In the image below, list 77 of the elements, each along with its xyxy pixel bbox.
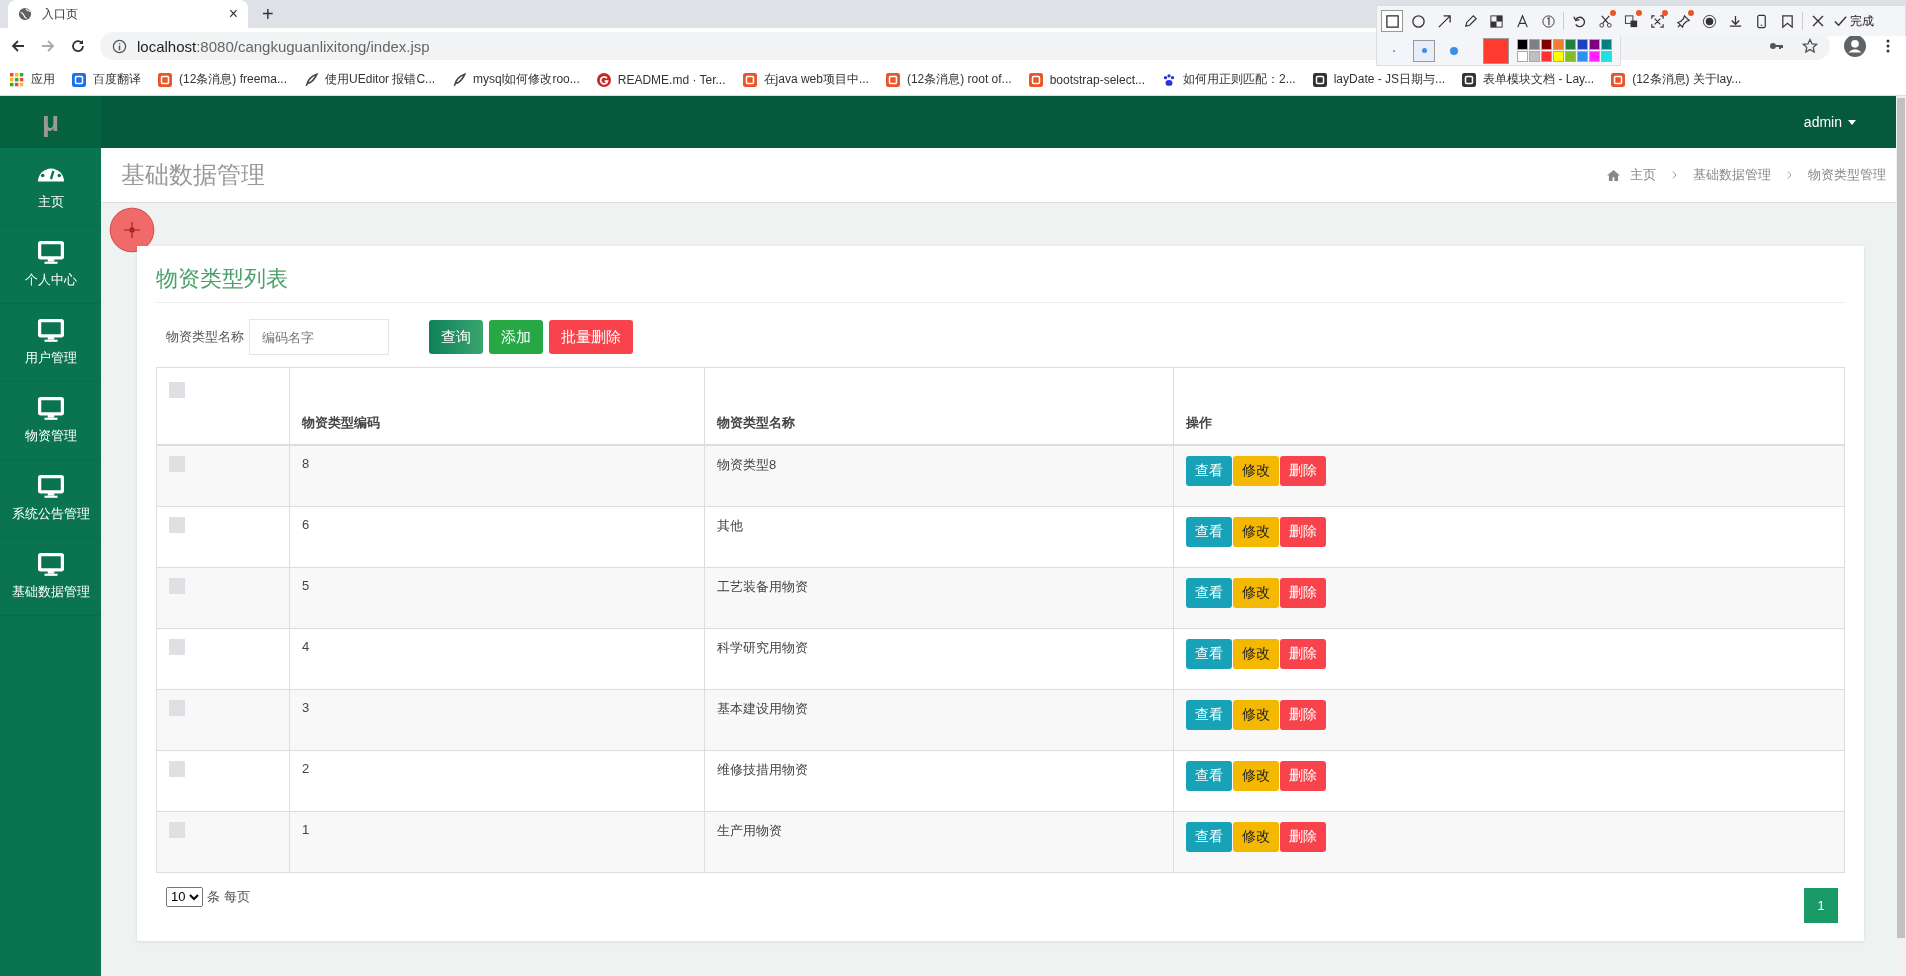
- delete-button[interactable]: 删除: [1280, 699, 1326, 730]
- edit-button[interactable]: 修改: [1233, 516, 1279, 547]
- bookmark-label: 在java web项目中...: [763, 71, 869, 88]
- column-header: 操作: [1186, 415, 1212, 430]
- table-cell: 4: [302, 638, 310, 654]
- bookmark-label: 如何用正则匹配：2...: [1183, 71, 1296, 88]
- page-size-select[interactable]: 10: [166, 886, 203, 907]
- table-cell: 6: [302, 516, 310, 532]
- table-cell: 基本建设用物资: [717, 700, 808, 716]
- edit-button[interactable]: 修改: [1233, 699, 1279, 730]
- bookmark-item[interactable]: 应用: [10, 71, 55, 88]
- bookmark-item[interactable]: (12条消息) 关于lay...: [1611, 71, 1742, 88]
- new-tab-button[interactable]: +: [262, 3, 274, 26]
- bookmark-item[interactable]: layDate - JS日期与...: [1312, 71, 1446, 88]
- field-label: 物资类型名称: [166, 328, 244, 346]
- bookmark-item[interactable]: mysql如何修改roo...: [452, 71, 580, 88]
- bookmark-label: 应用: [31, 71, 55, 88]
- table-cell: 其他: [717, 517, 743, 533]
- bookmark-label: (12条消息) root of...: [906, 71, 1012, 88]
- delete-button[interactable]: 删除: [1280, 638, 1326, 669]
- user-menu[interactable]: admin: [1803, 114, 1856, 130]
- close-tab-button[interactable]: ×: [228, 5, 238, 23]
- bookmark-label: (12条消息) 关于lay...: [1632, 71, 1742, 88]
- table-cell: 工艺装备用物资: [717, 578, 808, 594]
- page-size-label: 条 每页: [207, 887, 250, 906]
- table-cell: 3: [302, 699, 310, 715]
- bookmark-label: 百度翻译: [93, 71, 141, 88]
- bookmark-item[interactable]: (12条消息) root of...: [885, 71, 1012, 88]
- edit-button[interactable]: 修改: [1233, 638, 1279, 669]
- table-cell: 5: [302, 577, 310, 593]
- bookmark-label: 表单模块文档 - Lay...: [1483, 71, 1595, 88]
- edit-button[interactable]: 修改: [1233, 760, 1279, 791]
- name-search-field[interactable]: 编码名字: [249, 319, 389, 355]
- breadcrumb-link[interactable]: 主页: [1630, 166, 1656, 184]
- bookmark-label: (12条消息) freema...: [179, 71, 288, 88]
- delete-button[interactable]: 批量删除: [549, 320, 633, 354]
- breadcrumb-link[interactable]: 基础数据管理: [1693, 166, 1771, 184]
- bookmark-label: 使用UEditor 报错C...: [325, 71, 436, 88]
- bookmark-item[interactable]: 百度翻译: [72, 71, 141, 88]
- table-cell: 物资类型8: [717, 457, 777, 472]
- url-text: localhost:8080/cangkuguanlixitong/index.jsp: [137, 37, 430, 55]
- table-cell: 生产用物资: [717, 822, 782, 838]
- bookmark-item[interactable]: 表单模块文档 - Lay...: [1462, 71, 1595, 88]
- delete-button[interactable]: 删除: [1280, 760, 1326, 791]
- table-cell: 科学研究用物资: [717, 639, 808, 655]
- delete-button[interactable]: 删除: [1280, 577, 1326, 608]
- table-cell: 8: [302, 456, 310, 471]
- bookmark-label: mysql如何修改roo...: [473, 71, 580, 88]
- bookmark-item[interactable]: README.md · Ter...: [596, 72, 726, 87]
- edit-button[interactable]: 修改: [1233, 456, 1279, 486]
- logo-text: μ: [0, 96, 101, 148]
- done-button[interactable]: 完成: [1833, 12, 1874, 30]
- card-title: 物资类型列表: [156, 260, 1845, 303]
- bookmark-item[interactable]: (12条消息) freema...: [158, 71, 288, 88]
- column-header: 物资类型编码: [302, 415, 380, 430]
- table-cell: 2: [302, 760, 310, 776]
- delete-button[interactable]: 删除: [1280, 456, 1326, 486]
- page-title: 基础数据管理: [121, 160, 265, 190]
- bookmark-item[interactable]: 如何用正则匹配：2...: [1162, 71, 1296, 88]
- tab-title: 入口页: [42, 5, 79, 23]
- bookmark-label: bootstrap-select...: [1049, 72, 1145, 87]
- edit-button[interactable]: 修改: [1233, 577, 1279, 608]
- breadcrumb-link[interactable]: 物资类型管理: [1808, 166, 1886, 184]
- browser-tab[interactable]: 入口页 ×: [8, 0, 248, 28]
- table-cell: 1: [302, 821, 310, 837]
- page-button[interactable]: 1: [1804, 888, 1838, 923]
- bookmark-label: README.md · Ter...: [617, 72, 726, 87]
- delete-button[interactable]: 删除: [1280, 516, 1326, 547]
- delete-button[interactable]: 删除: [1280, 821, 1326, 852]
- table-cell: 维修技措用物资: [717, 761, 808, 777]
- bookmark-item[interactable]: bootstrap-select...: [1028, 72, 1145, 87]
- column-header: 物资类型名称: [717, 415, 795, 430]
- bookmark-item[interactable]: 在java web项目中...: [742, 71, 869, 88]
- bookmark-item[interactable]: 使用UEditor 报错C...: [304, 71, 436, 88]
- bookmark-label: layDate - JS日期与...: [1333, 71, 1446, 88]
- edit-button[interactable]: 修改: [1233, 821, 1279, 852]
- search-button[interactable]: 查询: [429, 320, 483, 354]
